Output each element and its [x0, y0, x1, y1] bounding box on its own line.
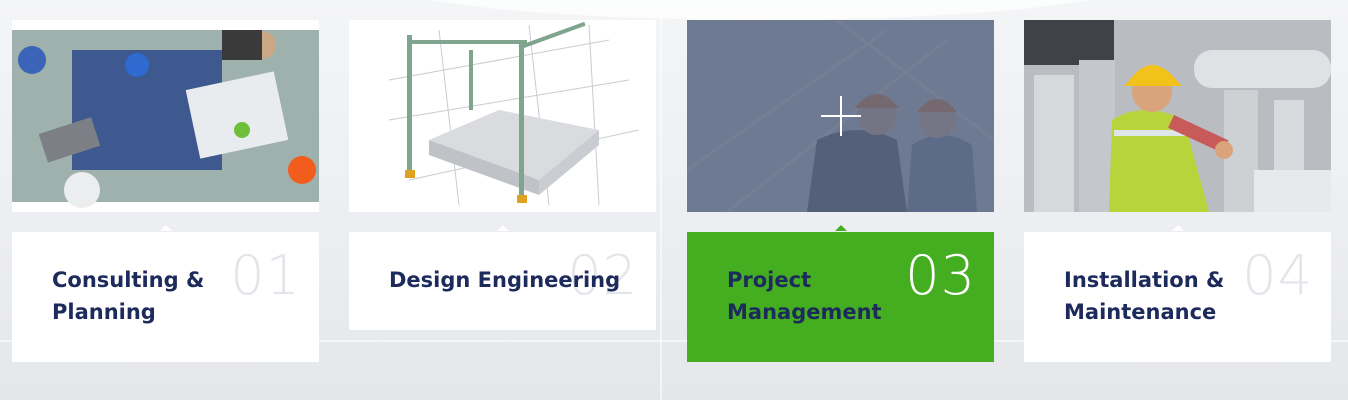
- service-image[interactable]: [349, 20, 656, 212]
- card-pointer: [1172, 225, 1184, 231]
- meeting-photo-icon: [12, 30, 319, 208]
- plus-icon[interactable]: [821, 96, 861, 136]
- service-card-project-management[interactable]: 03 Project Management: [687, 20, 994, 362]
- service-panel[interactable]: 04 Installation & Maintenance: [1024, 232, 1331, 362]
- service-card-consulting[interactable]: 01 Consulting & Planning: [12, 20, 319, 362]
- service-image[interactable]: [687, 20, 994, 212]
- service-title[interactable]: Installation & Maintenance: [1064, 264, 1299, 328]
- card-pointer: [160, 225, 172, 231]
- card-pointer: [497, 225, 509, 231]
- service-title[interactable]: Consulting & Planning: [52, 264, 287, 328]
- service-title[interactable]: Design Engineering: [389, 264, 659, 296]
- service-card-design[interactable]: 02 Design Engineering: [349, 20, 656, 330]
- service-image[interactable]: [1024, 20, 1331, 212]
- technician-ducts-photo-icon: [1024, 20, 1331, 212]
- card-pointer: [835, 225, 847, 231]
- service-panel[interactable]: 02 Design Engineering: [349, 232, 656, 330]
- construction-crane-photo-icon: [349, 20, 656, 212]
- background-line: [660, 0, 662, 400]
- service-title[interactable]: Project Management: [727, 264, 962, 328]
- service-panel[interactable]: 01 Consulting & Planning: [12, 232, 319, 362]
- service-panel[interactable]: 03 Project Management: [687, 232, 994, 362]
- background-arc: [380, 0, 1140, 20]
- service-image[interactable]: [12, 20, 319, 212]
- service-card-installation[interactable]: 04 Installation & Maintenance: [1024, 20, 1331, 362]
